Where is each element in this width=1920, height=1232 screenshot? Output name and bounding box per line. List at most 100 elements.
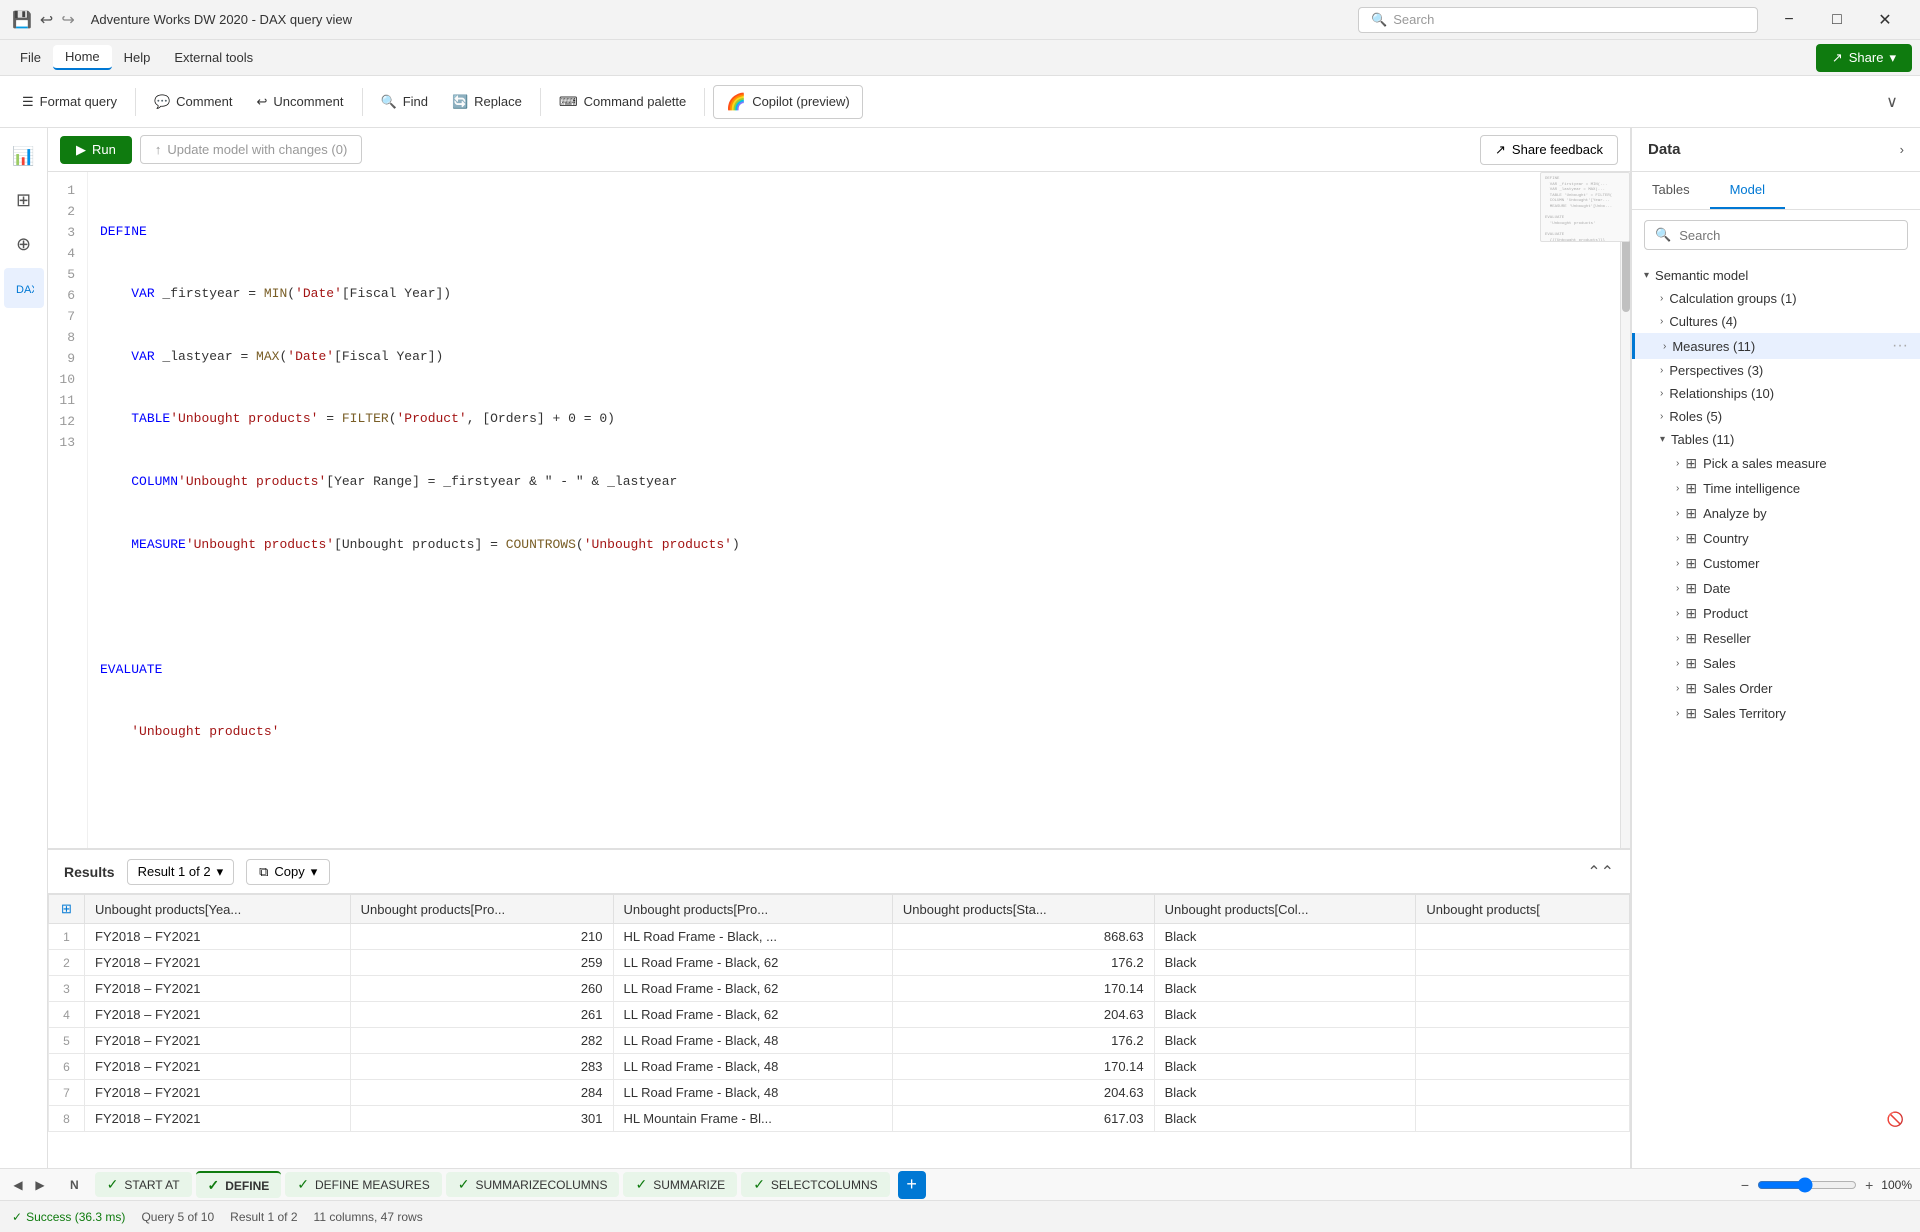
tab-nav-next-button[interactable]: ▶ (30, 1175, 50, 1195)
menu-file[interactable]: File (8, 46, 53, 69)
zoom-out-icon[interactable]: − (1741, 1177, 1749, 1193)
tab-nav-prev-button[interactable]: ◀ (8, 1175, 28, 1195)
copy-label: Copy (274, 864, 304, 879)
minimize-button[interactable]: − (1766, 4, 1812, 36)
tree-table-date[interactable]: › ⊞ Date (1632, 576, 1920, 601)
tab-select-columns[interactable]: ✓ SELECTCOLUMNS (741, 1172, 889, 1197)
global-search-box[interactable]: 🔍 Search (1358, 7, 1758, 33)
tree-table-pick-sales[interactable]: › ⊞ Pick a sales measure (1632, 451, 1920, 476)
chevron-down-icon: ▾ (1644, 270, 1649, 281)
tab-start-at[interactable]: ✓ START AT (95, 1172, 192, 1197)
col-header-extra[interactable]: Unbought products[ (1416, 895, 1630, 924)
find-button[interactable]: 🔍 Find (371, 88, 438, 116)
sidebar-model-icon[interactable]: ⊕ (4, 224, 44, 264)
col-header-product-key[interactable]: Unbought products[Pro... (350, 895, 613, 924)
update-icon: ↑ (155, 142, 162, 157)
tree-table-sales[interactable]: › ⊞ Sales (1632, 651, 1920, 676)
result-selector[interactable]: Result 1 of 2 ▾ (127, 859, 235, 885)
maximize-button[interactable]: □ (1814, 4, 1860, 36)
zoom-in-icon[interactable]: + (1865, 1177, 1873, 1193)
right-panel-expand-button[interactable]: › (1900, 142, 1904, 157)
run-button[interactable]: ▶ Run (60, 136, 132, 164)
table-icon: ⊞ (1685, 630, 1697, 647)
menu-external-tools[interactable]: External tools (162, 46, 265, 69)
close-button[interactable]: ✕ (1862, 4, 1908, 36)
sidebar-dax-icon[interactable]: DAX (4, 268, 44, 308)
tab-n[interactable]: N (58, 1174, 91, 1196)
tree-semantic-model[interactable]: ▾ Semantic model (1632, 264, 1920, 287)
find-icon: 🔍 (381, 94, 397, 110)
collapse-results-button[interactable]: ⌃⌃ (1587, 862, 1614, 882)
cell-extra (1416, 950, 1630, 976)
copy-button[interactable]: ⧉ Copy ▾ (246, 859, 330, 885)
tree-table-time-intelligence[interactable]: › ⊞ Time intelligence (1632, 476, 1920, 501)
tab-summarize-columns[interactable]: ✓ SUMMARIZECOLUMNS (446, 1172, 620, 1197)
cell-product-key: 284 (350, 1080, 613, 1106)
cell-idx: 3 (49, 976, 85, 1002)
sidebar-table-icon[interactable]: ⊞ (4, 180, 44, 220)
tab-model[interactable]: Model (1710, 172, 1785, 209)
command-palette-button[interactable]: ⌨ Command palette (549, 88, 696, 116)
search-icon: 🔍 (1371, 12, 1387, 28)
panel-search-box[interactable]: 🔍 (1644, 220, 1908, 250)
uncomment-button[interactable]: ↩ Uncomment (247, 88, 354, 116)
tree-table-reseller[interactable]: › ⊞ Reseller (1632, 626, 1920, 651)
redo-icon[interactable]: ↪ (61, 10, 74, 30)
tree-table-sales-territory[interactable]: › ⊞ Sales Territory (1632, 701, 1920, 726)
table-icon: ⊞ (1685, 555, 1697, 572)
tree-table-analyze-by[interactable]: › ⊞ Analyze by (1632, 501, 1920, 526)
replace-button[interactable]: 🔄 Replace (442, 88, 532, 116)
table-icon: ⊞ (1685, 680, 1697, 697)
tab-tables[interactable]: Tables (1632, 172, 1710, 209)
col-header-product-name[interactable]: Unbought products[Pro... (613, 895, 892, 924)
save-icon[interactable]: 💾 (12, 10, 32, 30)
tree-perspectives[interactable]: › Perspectives (3) (1632, 359, 1920, 382)
code-content[interactable]: DEFINE VAR _firstyear = MIN('Date'[Fisca… (88, 172, 1620, 848)
cell-idx: 6 (49, 1054, 85, 1080)
format-query-button[interactable]: ☰ Format query (12, 88, 127, 116)
share-feedback-button[interactable]: ↗ Share feedback (1480, 135, 1618, 165)
menu-home[interactable]: Home (53, 45, 112, 70)
cell-product-key: 261 (350, 1002, 613, 1028)
tree-table-sales-order[interactable]: › ⊞ Sales Order (1632, 676, 1920, 701)
tree-tables-group[interactable]: ▾ Tables (11) (1632, 428, 1920, 451)
update-model-button[interactable]: ↑ Update model with changes (0) (140, 135, 362, 164)
cell-product-name: LL Road Frame - Black, 48 (613, 1080, 892, 1106)
share-feedback-icon: ↗ (1495, 142, 1506, 158)
menu-help[interactable]: Help (112, 46, 163, 69)
tree-calculation-groups[interactable]: › Calculation groups (1) (1632, 287, 1920, 310)
tree-item-actions[interactable]: ··· (1892, 337, 1908, 355)
copilot-button[interactable]: 🌈 Copilot (preview) (713, 85, 862, 119)
chevron-right-icon: › (1676, 658, 1679, 669)
toolbar-expand-button[interactable]: ∨ (1876, 86, 1908, 118)
tab-summarize[interactable]: ✓ SUMMARIZE (623, 1172, 737, 1197)
tree-cultures[interactable]: › Cultures (4) (1632, 310, 1920, 333)
cell-standard-cost: 170.14 (892, 1054, 1154, 1080)
tree-relationships[interactable]: › Relationships (10) (1632, 382, 1920, 405)
tree-table-country[interactable]: › ⊞ Country (1632, 526, 1920, 551)
cell-idx: 5 (49, 1028, 85, 1054)
col-header-color[interactable]: Unbought products[Col... (1154, 895, 1416, 924)
tree-table-product[interactable]: › ⊞ Product (1632, 601, 1920, 626)
panel-search-input[interactable] (1679, 228, 1897, 243)
code-editor[interactable]: 12345 678910 111213 DEFINE VAR _firstyea… (48, 172, 1630, 848)
sidebar-report-icon[interactable]: 📊 (4, 136, 44, 176)
tab-define-measures[interactable]: ✓ DEFINE MEASURES (285, 1172, 441, 1197)
tree-table-customer[interactable]: › ⊞ Customer (1632, 551, 1920, 576)
cell-product-name: LL Road Frame - Black, 48 (613, 1054, 892, 1080)
add-tab-button[interactable]: + (898, 1171, 926, 1199)
tree-roles[interactable]: › Roles (5) (1632, 405, 1920, 428)
editor-scrollbar[interactable] (1620, 172, 1630, 848)
comment-button[interactable]: 💬 Comment (144, 88, 243, 116)
share-button[interactable]: ↗ Share ▾ (1816, 44, 1912, 72)
col-header-year[interactable]: Unbought products[Yea... (85, 895, 351, 924)
tree-measures[interactable]: › Measures (11) ··· (1632, 333, 1920, 359)
tab-define[interactable]: ✓ DEFINE (196, 1171, 282, 1198)
results-table-container[interactable]: ⊞ Unbought products[Yea... Unbought prod… (48, 894, 1630, 1168)
zoom-slider[interactable] (1757, 1177, 1857, 1193)
col-header-standard-cost[interactable]: Unbought products[Sta... (892, 895, 1154, 924)
left-sidebar: 📊 ⊞ ⊕ DAX (0, 128, 48, 1168)
undo-icon[interactable]: ↩ (40, 10, 53, 30)
cell-standard-cost: 204.63 (892, 1002, 1154, 1028)
chevron-right-icon: › (1676, 633, 1679, 644)
